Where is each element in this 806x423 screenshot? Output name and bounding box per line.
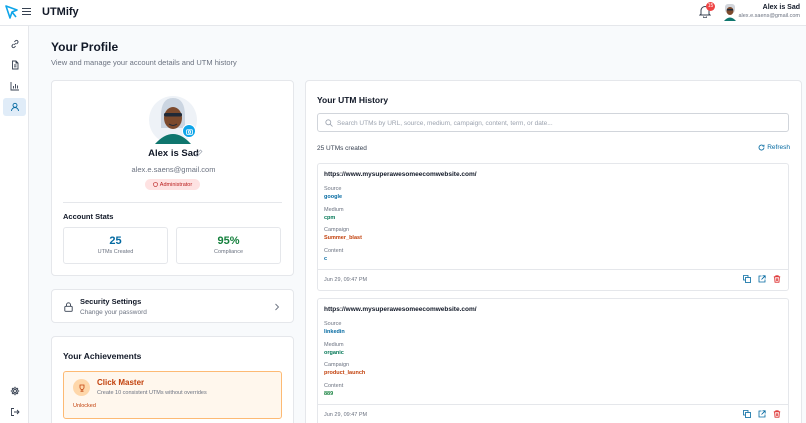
role-badge: Administrator	[145, 179, 200, 190]
security-title: Security Settings	[80, 297, 142, 306]
achievement-description: Create 10 consistent UTMs without overri…	[97, 390, 207, 396]
delete-icon[interactable]	[773, 275, 782, 284]
utm-count: 25 UTMs created	[317, 145, 367, 152]
profile-email: alex.e.saens@gmail.com	[131, 165, 216, 174]
content-value: c	[324, 256, 328, 262]
refresh-label: Refresh	[767, 144, 790, 151]
source-value: linkedin	[324, 329, 345, 335]
stat-label: UTMs Created	[97, 249, 134, 255]
utm-date: Jun 29, 09:47 PM	[324, 412, 368, 418]
divider	[63, 202, 282, 203]
campaign-value: product_launch	[324, 370, 366, 376]
lock-icon	[64, 302, 73, 312]
campaign-label: Campaign	[324, 362, 350, 368]
medium-value: organic	[324, 350, 344, 356]
refresh-button[interactable]: Refresh	[758, 144, 790, 151]
shield-icon	[153, 182, 158, 187]
medium-value: cpm	[324, 215, 336, 221]
sidebar-item-settings[interactable]	[3, 382, 26, 400]
notification-count-badge: 15	[706, 2, 715, 11]
copy-icon[interactable]	[743, 275, 752, 284]
sidebar-item-documents[interactable]	[3, 56, 26, 74]
security-settings-card[interactable]: Security Settings Change your password	[51, 289, 294, 323]
utm-date: Jun 29, 09:47 PM	[324, 277, 368, 283]
role-label: Administrator	[159, 181, 193, 188]
utm-url: https://www.mysuperawesomeecomwebsite.co…	[324, 171, 477, 178]
page-title: Your Profile	[51, 40, 119, 54]
search-box	[317, 113, 789, 132]
medium-label: Medium	[324, 342, 344, 348]
content-value: 889	[324, 391, 334, 397]
security-subtitle: Change your password	[80, 309, 147, 316]
sidebar	[0, 26, 29, 423]
source-label: Source	[324, 321, 342, 327]
header-user-email: alex.e.saens@gmail.com	[738, 13, 800, 19]
copy-icon[interactable]	[743, 410, 752, 419]
utm-actions	[743, 275, 782, 284]
top-bar: UTMify 15 Alex is Sad alex.e.saens@gmail…	[0, 0, 806, 26]
divider	[318, 404, 788, 405]
user-avatar[interactable]	[722, 3, 738, 21]
refresh-icon	[758, 144, 765, 151]
search-icon	[325, 119, 333, 127]
achievement-name: Click Master	[97, 378, 145, 387]
sidebar-item-profile[interactable]	[3, 98, 26, 116]
link-icon	[11, 39, 18, 49]
campaign-label: Campaign	[324, 227, 350, 233]
profile-card: Alex is Sad alex.e.saens@gmail.com Admin…	[51, 80, 294, 276]
source-value: google	[324, 194, 343, 200]
utmify-logo-icon[interactable]	[5, 5, 18, 19]
camera-icon	[185, 128, 193, 135]
search-input[interactable]	[337, 117, 777, 129]
stat-compliance: 95% Compliance	[176, 227, 281, 264]
achievements-card: Your Achievements Click Master Create 10…	[51, 336, 294, 423]
utm-history-title: Your UTM History	[317, 95, 389, 105]
sidebar-item-analytics[interactable]	[3, 77, 26, 95]
divider	[318, 269, 788, 270]
bar-chart-icon	[10, 82, 19, 91]
content-label: Content	[324, 248, 344, 254]
utm-entry: https://www.mysuperawesomeecomwebsite.co…	[317, 163, 789, 291]
stat-value: 25	[109, 235, 122, 247]
achievement-item: Click Master Create 10 consistent UTMs w…	[63, 371, 282, 419]
sidebar-item-logout[interactable]	[3, 403, 26, 421]
edit-icon[interactable]	[195, 149, 203, 157]
medium-label: Medium	[324, 207, 344, 213]
document-icon	[11, 60, 18, 70]
achievement-status: Unlocked	[73, 403, 96, 409]
open-link-icon[interactable]	[758, 275, 767, 284]
page-subtitle: View and manage your account details and…	[51, 58, 237, 67]
app-name: UTMify	[42, 6, 79, 18]
open-link-icon[interactable]	[758, 410, 767, 419]
stat-utms-created: 25 UTMs Created	[63, 227, 168, 264]
main-content: Your Profile View and manage your accoun…	[29, 26, 806, 423]
upload-photo-button[interactable]	[182, 124, 196, 138]
stat-value: 95%	[217, 235, 240, 247]
header-user-name[interactable]: Alex is Sad	[763, 4, 800, 11]
gear-icon	[10, 386, 19, 396]
stat-label: Compliance	[213, 249, 244, 255]
profile-name: Alex is Sad	[148, 148, 199, 159]
account-stats-title: Account Stats	[63, 212, 114, 221]
achievements-title: Your Achievements	[63, 351, 142, 361]
utm-url: https://www.mysuperawesomeecomwebsite.co…	[324, 306, 477, 313]
user-icon	[10, 102, 19, 112]
hamburger-menu-icon[interactable]	[22, 7, 31, 16]
sidebar-item-links[interactable]	[3, 35, 26, 53]
content-label: Content	[324, 383, 344, 389]
delete-icon[interactable]	[773, 410, 782, 419]
utm-entry: https://www.mysuperawesomeecomwebsite.co…	[317, 298, 789, 423]
chevron-right-icon	[275, 303, 280, 311]
utm-actions	[743, 410, 782, 419]
source-label: Source	[324, 186, 342, 192]
logout-icon	[10, 408, 20, 416]
trophy-icon	[73, 379, 90, 396]
utm-history-card: Your UTM History 25 UTMs created Refresh…	[305, 80, 802, 423]
campaign-value: Summer_blast	[324, 235, 362, 241]
